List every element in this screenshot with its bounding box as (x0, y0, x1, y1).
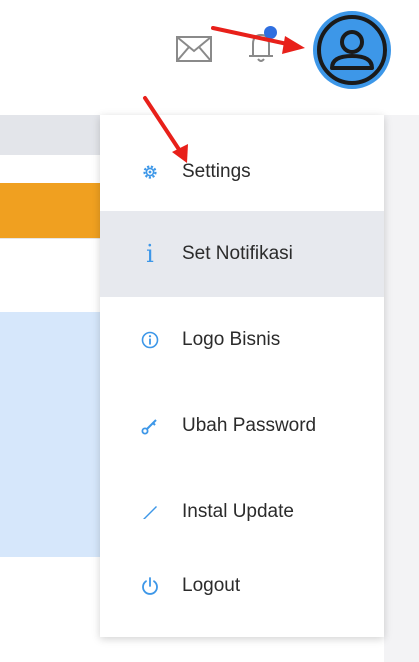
notification-dot (264, 26, 277, 39)
background-blue-panel (0, 312, 105, 557)
key-icon (140, 416, 160, 436)
page: Settings i Set Notifikasi Logo Bisnis Ub… (0, 0, 419, 662)
menu-item-label: Set Notifikasi (182, 243, 293, 264)
menu-item-ubah-password[interactable]: Ubah Password (100, 383, 384, 469)
menu-item-logo-bisnis[interactable]: Logo Bisnis (100, 297, 384, 383)
background-toolbar (0, 115, 105, 155)
info-icon: i (146, 240, 154, 268)
gear-icon (140, 162, 160, 182)
background-right-shade (384, 115, 419, 662)
menu-item-set-notifikasi[interactable]: i Set Notifikasi (100, 211, 384, 297)
mail-icon[interactable] (176, 36, 212, 62)
user-avatar-icon (317, 15, 387, 85)
power-icon (140, 576, 160, 596)
menu-item-label: Settings (182, 161, 251, 182)
menu-item-label: Ubah Password (182, 415, 317, 436)
menu-item-settings[interactable]: Settings (100, 129, 384, 215)
pencil-icon (140, 502, 160, 522)
background-orange-banner (0, 183, 105, 238)
user-dropdown-menu: Settings i Set Notifikasi Logo Bisnis Ub… (100, 115, 384, 637)
menu-item-logout[interactable]: Logout (100, 543, 384, 629)
menu-item-label: Logo Bisnis (182, 329, 281, 350)
user-avatar-button[interactable] (313, 11, 391, 89)
menu-item-label: Instal Update (182, 501, 294, 522)
info-circle-icon (140, 330, 160, 350)
background-row (0, 238, 105, 315)
menu-item-label: Logout (182, 575, 241, 596)
